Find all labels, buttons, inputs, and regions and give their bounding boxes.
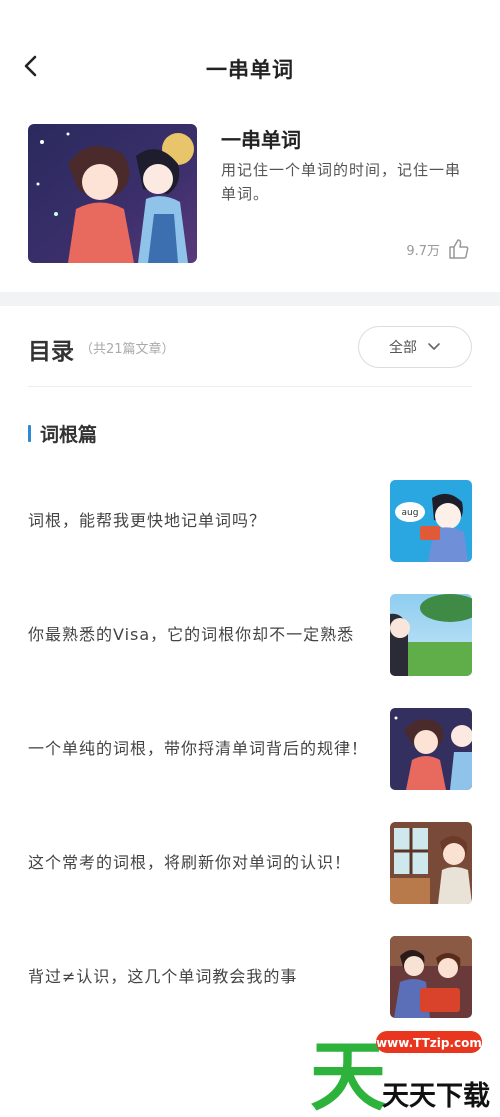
book-description: 用记住一个单词的时间，记住一串单词。 (221, 161, 462, 203)
watermark-logo: 天 www.TTzip.com 天天下载 (310, 1025, 500, 1117)
article-thumbnail: aug (390, 480, 472, 562)
section-heading-label: 词根篇 (40, 424, 98, 446)
article-list-item[interactable]: 词根，能帮我更快地记单词吗？ aug (0, 480, 500, 562)
article-list-item[interactable]: 一个单纯的词根，带你捋清单词背后的规律！ (0, 708, 500, 790)
top-nav-bar: 一串单词 (0, 0, 500, 110)
book-info-card: 一串单词 用记住一个单词的时间，记住一串单词。 9.7万 (0, 110, 500, 292)
article-list-item[interactable]: 背过≠认识，这几个单词教会我的事 (0, 936, 500, 1018)
filter-label: 全部 (389, 340, 417, 356)
article-title: 词根，能帮我更快地记单词吗？ (28, 511, 267, 530)
toc-title: 目录 (28, 339, 74, 365)
article-title: 你最熟悉的Visa，它的词根你却不一定熟悉 (28, 625, 355, 644)
toc-divider (28, 386, 472, 387)
thumb-badge-text: aug (402, 508, 419, 518)
article-thumbnail (390, 822, 472, 904)
book-title: 一串单词 (221, 128, 301, 152)
book-cover-image (28, 124, 197, 263)
article-thumbnail (390, 594, 472, 676)
article-list-item[interactable]: 这个常考的词根，将刷新你对单词的认识！ (0, 822, 500, 904)
article-list-item[interactable]: 你最熟悉的Visa，它的词根你却不一定熟悉 (0, 594, 500, 676)
likes-count: 9.7万 (406, 243, 440, 259)
watermark-url: www.TTzip.com (376, 1036, 482, 1050)
chevron-down-icon (428, 343, 440, 350)
article-title: 背过≠认识，这几个单词教会我的事 (28, 967, 298, 986)
watermark-brand: 天天下载 (382, 1081, 490, 1112)
article-title: 一个单纯的词根，带你捋清单词背后的规律！ (28, 739, 369, 758)
toc-article-count: （共21篇文章） (80, 342, 175, 357)
thumbs-up-icon[interactable] (448, 238, 470, 260)
section-accent-bar (28, 425, 31, 442)
likes-control[interactable]: 9.7万 (406, 238, 470, 260)
svg-text:天: 天 (310, 1032, 386, 1113)
section-divider (0, 292, 500, 306)
filter-dropdown[interactable]: 全部 (358, 326, 472, 368)
toc-header: 目录 （共21篇文章） 全部 (0, 306, 500, 388)
article-title: 这个常考的词根，将刷新你对单词的认识！ (28, 853, 352, 872)
page-title: 一串单词 (206, 58, 294, 82)
article-thumbnail (390, 708, 472, 790)
article-thumbnail (390, 936, 472, 1018)
section-heading: 词根篇 (28, 420, 97, 447)
